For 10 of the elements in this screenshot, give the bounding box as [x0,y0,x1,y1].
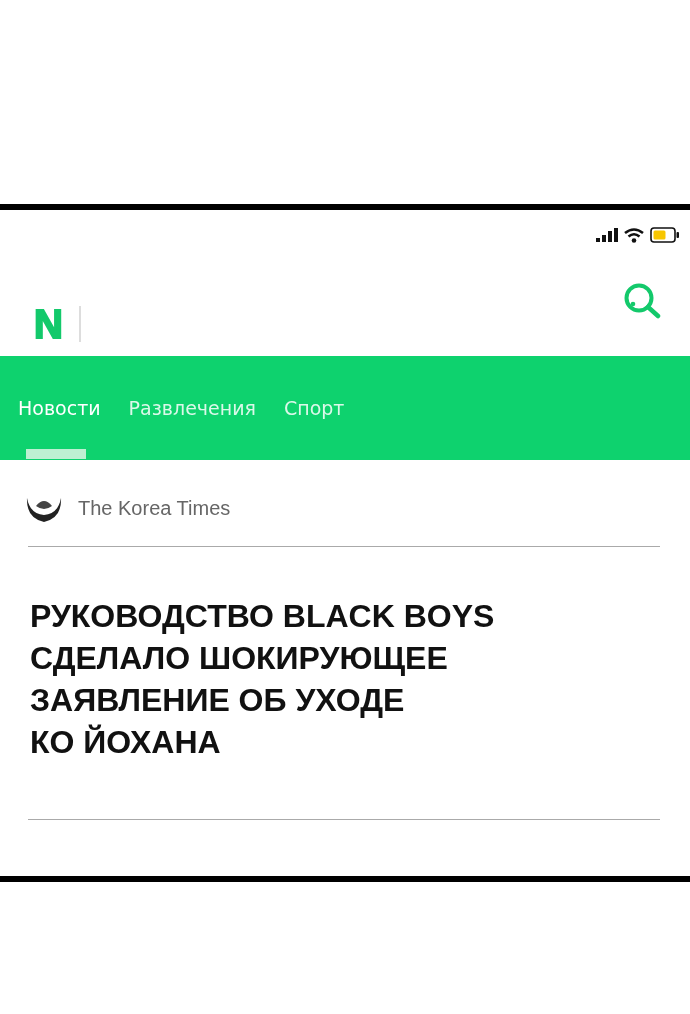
app-logo: N [34,301,63,347]
nav-tab[interactable]: Новости [18,397,101,459]
wifi-icon [624,227,644,243]
battery-icon [650,227,680,243]
publisher-name: The Korea Times [78,496,231,520]
nav-tab[interactable]: Развлечения [128,397,256,459]
search-icon[interactable] [622,281,662,319]
article-headline[interactable]: РУКОВОДСТВО BLACK BOYS СДЕЛАЛО ШОКИРУЮЩЕЕ ЗАЯВЛЕНИЕ ОБ УХОДЕ КО ЙОХАНА [0,547,510,803]
nav-tab[interactable]: Спорт [283,397,345,459]
signal-icon [596,228,618,242]
